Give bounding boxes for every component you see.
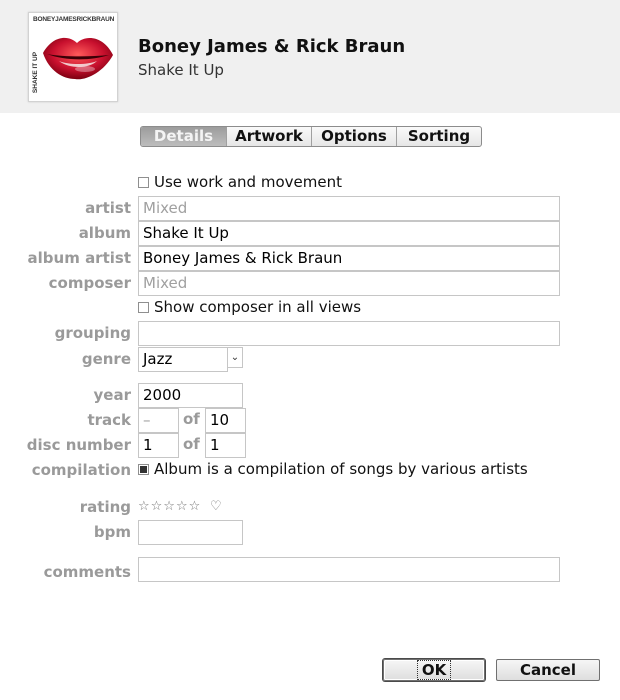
composer-label: composer bbox=[48, 274, 131, 292]
ok-button-label: OK bbox=[416, 660, 452, 680]
heart-icon[interactable]: ♡ bbox=[210, 499, 222, 514]
tab-artwork[interactable]: Artwork bbox=[226, 127, 311, 146]
rating-label: rating bbox=[79, 498, 131, 516]
tab-options[interactable]: Options bbox=[311, 127, 396, 146]
ok-button[interactable]: OK bbox=[383, 659, 485, 681]
bpm-label: bpm bbox=[93, 523, 131, 541]
compilation-checkbox[interactable] bbox=[138, 463, 149, 475]
track-total-field[interactable]: 10 bbox=[205, 408, 246, 433]
chevron-down-icon: ⌄ bbox=[230, 352, 240, 363]
artist-field[interactable]: Mixed bbox=[138, 196, 560, 221]
album-artist-label: album artist bbox=[27, 249, 131, 267]
tab-details[interactable]: Details bbox=[141, 127, 226, 146]
use-work-checkbox[interactable] bbox=[138, 176, 149, 188]
rating-stars[interactable]: ☆☆☆☆☆ bbox=[138, 499, 201, 514]
artist-label: artist bbox=[85, 199, 131, 217]
show-composer-checkbox[interactable] bbox=[138, 301, 149, 313]
disc-total-field[interactable]: 1 bbox=[205, 433, 246, 458]
show-composer-row[interactable]: Show composer in all views bbox=[138, 298, 361, 316]
compilation-row[interactable]: Album is a compilation of songs by vario… bbox=[138, 460, 528, 478]
composer-field[interactable]: Mixed bbox=[138, 271, 560, 296]
grouping-label: grouping bbox=[54, 324, 131, 342]
comments-field[interactable] bbox=[138, 557, 560, 582]
album-label: album bbox=[78, 224, 131, 242]
cancel-button[interactable]: Cancel bbox=[496, 659, 600, 681]
track-of-label: of bbox=[183, 410, 200, 428]
header-album: Shake It Up bbox=[138, 61, 224, 79]
album-artwork[interactable]: BONEYJAMESRICKBRAUN SHAKE IT UP bbox=[28, 12, 118, 102]
compilation-text: Album is a compilation of songs by vario… bbox=[154, 460, 528, 478]
artwork-album-text: SHAKE IT UP bbox=[32, 51, 40, 94]
header: BONEYJAMESRICKBRAUN SHAKE IT UP Boney Ja… bbox=[0, 0, 620, 113]
genre-label: genre bbox=[81, 350, 131, 368]
genre-dropdown-button[interactable]: ⌄ bbox=[227, 347, 243, 368]
genre-field[interactable]: Jazz bbox=[138, 347, 228, 372]
disc-number-label: disc number bbox=[26, 436, 131, 454]
header-artist: Boney James & Rick Braun bbox=[138, 36, 406, 57]
grouping-field[interactable] bbox=[138, 321, 560, 346]
lips-artwork bbox=[43, 37, 113, 80]
compilation-label: compilation bbox=[31, 461, 131, 479]
year-field[interactable]: 2000 bbox=[138, 383, 243, 408]
artwork-title-text: BONEYJAMESRICKBRAUN bbox=[33, 16, 115, 23]
show-composer-label: Show composer in all views bbox=[154, 298, 362, 316]
track-label: track bbox=[87, 411, 131, 429]
disc-number-field[interactable]: 1 bbox=[138, 433, 179, 458]
album-field[interactable]: Shake It Up bbox=[138, 221, 560, 246]
use-work-row[interactable]: Use work and movement bbox=[138, 173, 342, 191]
comments-label: comments bbox=[43, 563, 131, 581]
album-artist-field[interactable]: Boney James & Rick Braun bbox=[138, 246, 560, 271]
track-number-field[interactable]: – bbox=[138, 408, 179, 433]
tab-sorting[interactable]: Sorting bbox=[396, 127, 481, 146]
disc-of-label: of bbox=[183, 435, 200, 453]
tab-bar: Details Artwork Options Sorting bbox=[140, 126, 482, 147]
use-work-label: Use work and movement bbox=[154, 173, 342, 191]
year-label: year bbox=[93, 386, 131, 404]
bpm-field[interactable] bbox=[138, 520, 243, 545]
